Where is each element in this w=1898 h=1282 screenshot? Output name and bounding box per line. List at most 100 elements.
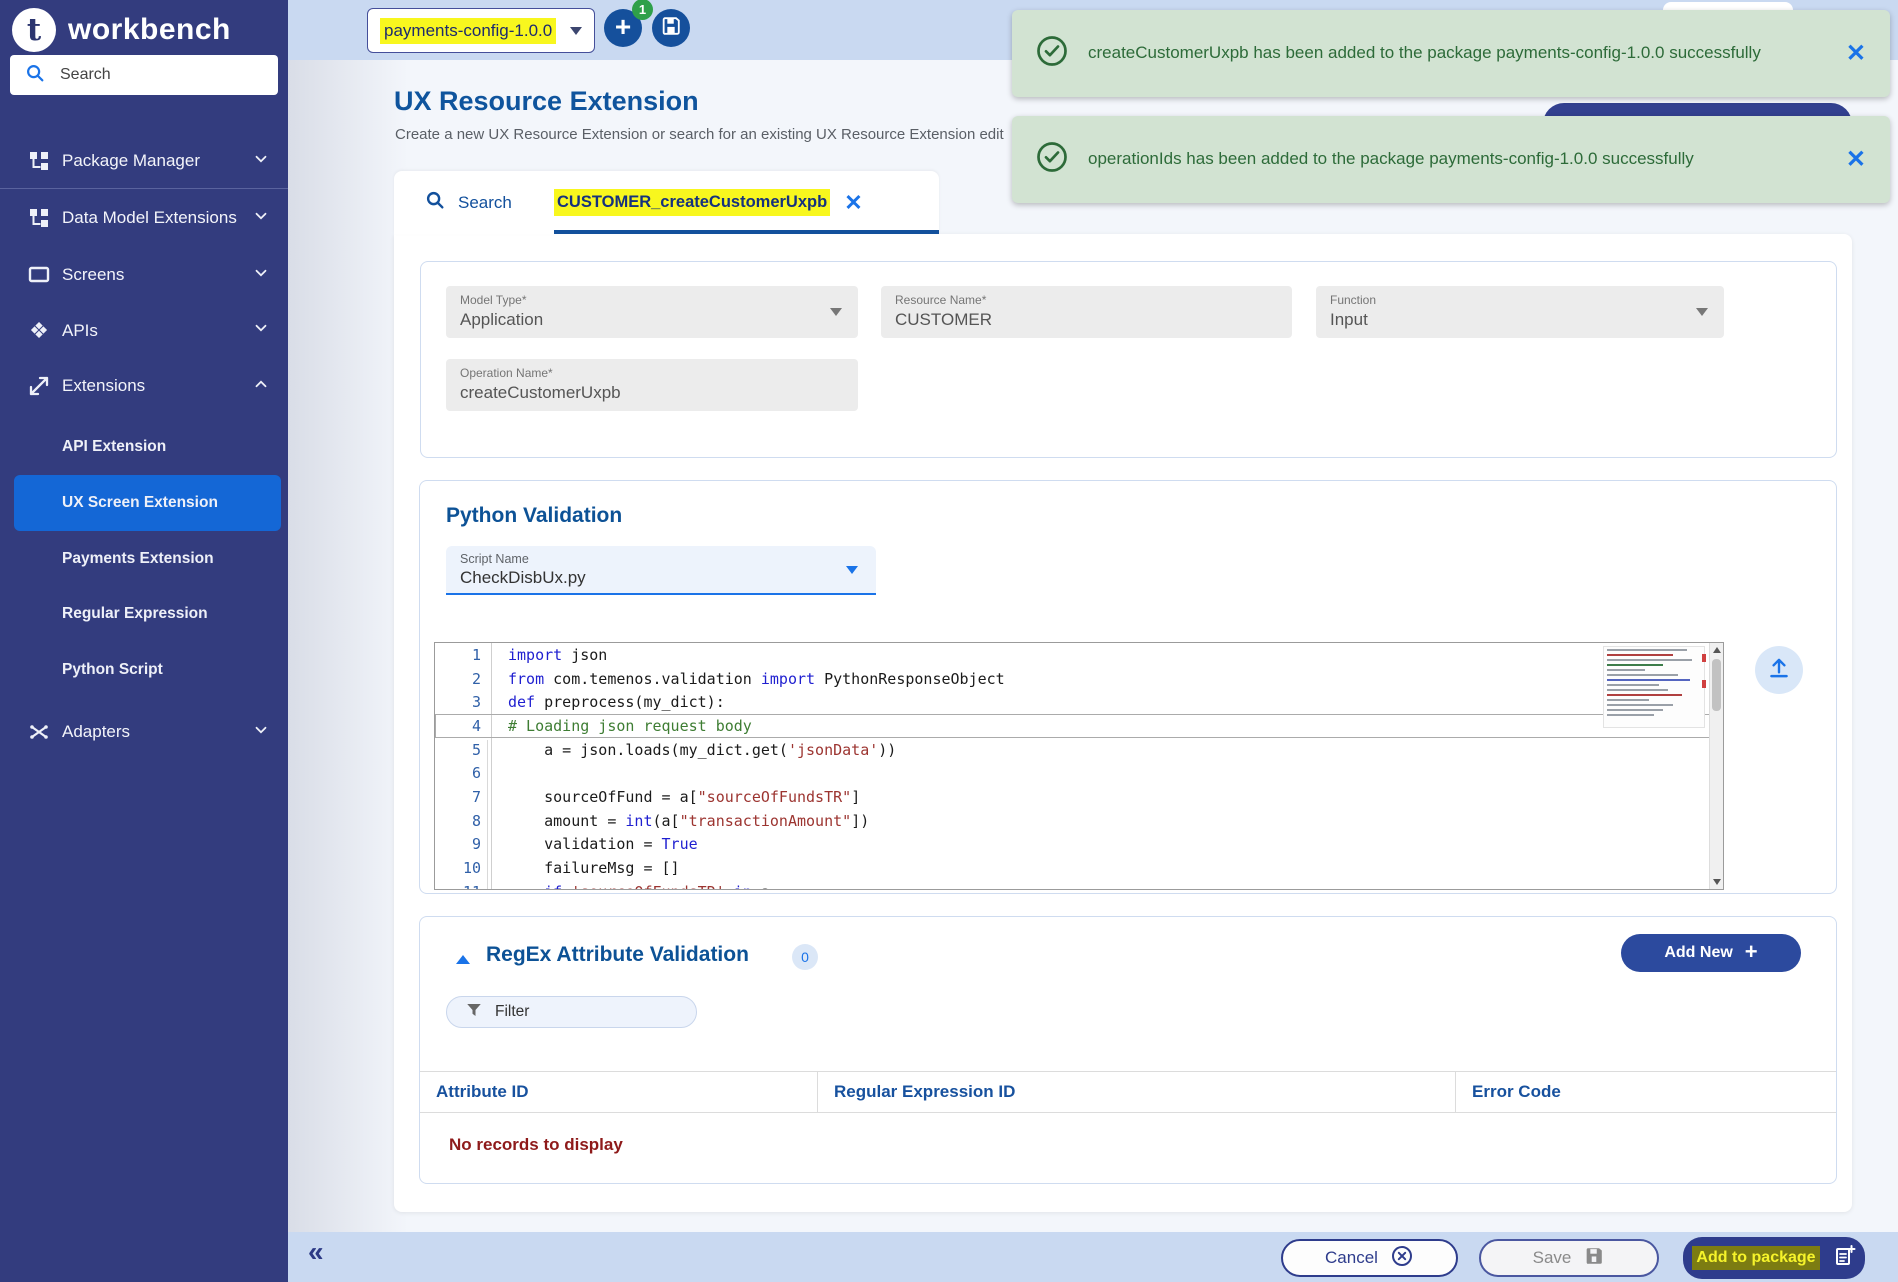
editor-minimap[interactable]: [1603, 646, 1705, 728]
upload-icon: [1766, 655, 1792, 686]
collapse-sidebar-control[interactable]: «: [308, 1236, 324, 1268]
python-validation-title: Python Validation: [446, 504, 623, 527]
expand-arrows-icon: [26, 373, 52, 399]
api-diamond-icon: ❖: [29, 317, 49, 343]
chevron-down-icon: [252, 207, 270, 230]
regex-section-title: RegEx Attribute Validation: [486, 943, 749, 966]
code-lines: 1 import json 2 from com.temenos.validation…: [435, 643, 1723, 889]
function-select[interactable]: Function Input: [1316, 286, 1724, 338]
chevron-down-icon: [252, 264, 270, 287]
chevron-down-icon: [252, 150, 270, 173]
sidebar-item-screens[interactable]: Screens: [0, 247, 288, 303]
save-package-button[interactable]: [652, 9, 690, 47]
add-new-button[interactable]: Add New +: [1621, 934, 1801, 972]
scrollbar-thumb[interactable]: [1712, 659, 1721, 711]
sidebar-item-package-manager[interactable]: Package Manager: [0, 134, 288, 188]
upload-script-button[interactable]: [1755, 646, 1803, 694]
tab-customer-createcustomeruxpb[interactable]: CUSTOMER_createCustomerUxpb ✕: [554, 171, 863, 234]
funnel-icon: [465, 1001, 483, 1024]
tab-search-label: Search: [458, 192, 512, 212]
plus-icon: +: [1744, 939, 1758, 964]
circle-x-icon: [1390, 1244, 1414, 1273]
resource-name-field[interactable]: Resource Name* CUSTOMER: [881, 286, 1292, 338]
chevron-down-icon: [252, 721, 270, 744]
sidebar-item-extensions[interactable]: Extensions: [0, 358, 288, 414]
hierarchy-icon: [26, 148, 52, 174]
sidebar-item-adapters[interactable]: Adapters: [0, 707, 288, 757]
code-line: 9 validation = True: [435, 832, 1723, 857]
sidebar-item-regular-expression[interactable]: Regular Expression: [0, 592, 288, 636]
cancel-button[interactable]: Cancel: [1281, 1239, 1458, 1277]
page-subtitle: Create a new UX Resource Extension or se…: [395, 126, 1004, 143]
script-name-select[interactable]: Script Name CheckDisbUx.py: [446, 546, 876, 595]
sidebar-item-payments-extension[interactable]: Payments Extension: [0, 537, 288, 581]
scroll-down-arrow-icon[interactable]: [1713, 879, 1721, 885]
code-line: 7 sourceOfFund = a["sourceOfFundsTR"]: [435, 785, 1723, 809]
operation-name-field[interactable]: Operation Name* createCustomerUxpb: [446, 359, 858, 411]
editor-vertical-scrollbar[interactable]: [1709, 643, 1723, 889]
code-line: 5 a = json.loads(my_dict.get('jsonData')…: [435, 737, 1723, 762]
search-icon: [424, 189, 446, 216]
sidebar-item-label: APIs: [62, 320, 98, 340]
toast-message: operationIds has been added to the packa…: [1088, 149, 1694, 169]
add-to-package-button[interactable]: Add to package: [1683, 1237, 1865, 1279]
add-count-badge: 1: [632, 0, 653, 20]
brand-name: workbench: [68, 13, 231, 46]
empty-table-message: No records to display: [449, 1135, 623, 1154]
sidebar-item-ux-screen-extension[interactable]: UX Screen Extension: [0, 475, 288, 531]
search-icon: [24, 62, 46, 89]
close-icon[interactable]: ✕: [1846, 39, 1866, 68]
sidebar: t workbench Search Package Manager Data …: [0, 0, 288, 1282]
python-validation-section: Python Validation Script Name CheckDisbU…: [419, 480, 1837, 894]
column-header-attribute-id[interactable]: Attribute ID: [420, 1072, 818, 1112]
script-name-label: Script Name: [460, 552, 529, 566]
code-line: 2 from com.temenos.validation import Pyth…: [435, 666, 1723, 691]
sidebar-item-label: Screens: [62, 265, 125, 284]
model-type-select[interactable]: Model Type* Application: [446, 286, 858, 338]
tab-close-icon[interactable]: ✕: [844, 191, 862, 214]
toast-success-operationids: operationIds has been added to the packa…: [1012, 116, 1890, 203]
code-line: 1 import json: [435, 643, 1723, 667]
collapse-triangle-icon[interactable]: [456, 955, 470, 964]
footer-action-bar: « Cancel Save Add to package: [288, 1232, 1898, 1282]
floppy-icon: [660, 15, 682, 42]
hierarchy-icon: [26, 205, 52, 231]
resource-name-value: CUSTOMER: [895, 310, 992, 329]
save-label: Save: [1532, 1248, 1572, 1267]
regex-table-header: Attribute ID Regular Expression ID Error…: [420, 1071, 1836, 1113]
close-icon[interactable]: ✕: [1846, 145, 1866, 174]
screen-icon: [26, 262, 52, 288]
add-document-icon: [1832, 1244, 1856, 1273]
sidebar-item-api-extension[interactable]: API Extension: [0, 425, 288, 469]
floppy-icon: [1583, 1245, 1605, 1272]
plus-icon: +: [614, 10, 632, 42]
sidebar-subitem-label: API Extension: [62, 438, 167, 455]
column-header-error-code[interactable]: Error Code: [1456, 1072, 1836, 1112]
sidebar-item-label: Package Manager: [62, 151, 200, 170]
resource-name-label: Resource Name*: [895, 293, 987, 307]
script-name-value: CheckDisbUx.py: [460, 568, 586, 587]
sidebar-item-data-model-extensions[interactable]: Data Model Extensions: [0, 190, 288, 246]
resource-details-section: Model Type* Application Resource Name* C…: [420, 261, 1837, 458]
page-title: UX Resource Extension: [394, 86, 699, 116]
package-select-value: payments-config-1.0.0: [380, 17, 557, 44]
filter-button[interactable]: Filter: [446, 996, 697, 1028]
sidebar-item-apis[interactable]: ❖ APIs: [0, 303, 288, 358]
filter-label: Filter: [495, 1003, 530, 1020]
tab-search[interactable]: Search: [424, 171, 512, 234]
chevron-down-icon: [1696, 308, 1708, 316]
chevron-down-icon: [252, 319, 270, 342]
save-button[interactable]: Save: [1479, 1239, 1659, 1277]
sidebar-item-python-script[interactable]: Python Script: [0, 648, 288, 692]
scroll-up-arrow-icon[interactable]: [1713, 647, 1721, 653]
chevron-up-icon: [252, 375, 270, 398]
active-tab-underline: [554, 230, 939, 234]
sidebar-search-input[interactable]: Search: [10, 55, 278, 95]
cancel-label: Cancel: [1325, 1248, 1378, 1267]
python-code-editor[interactable]: 1 import json 2 from com.temenos.validation…: [434, 642, 1724, 890]
package-select-dropdown[interactable]: payments-config-1.0.0: [367, 8, 595, 53]
sidebar-subitem-label: Python Script: [62, 661, 163, 678]
sidebar-item-label: Extensions: [62, 376, 146, 395]
column-header-regular-expression-id[interactable]: Regular Expression ID: [818, 1072, 1456, 1112]
tab-active-label: CUSTOMER_createCustomerUxpb: [554, 189, 831, 216]
